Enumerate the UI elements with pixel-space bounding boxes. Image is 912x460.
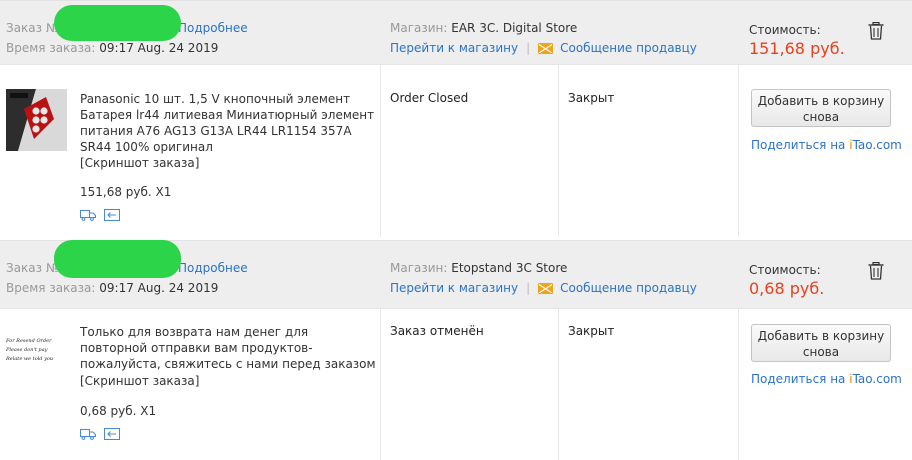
order-header: Заказ № Подробнее Время заказа: 09:17 Au… <box>0 240 912 308</box>
store-label: Магазин: <box>390 21 448 35</box>
order-body: For Resend Order Please don't pay Relate… <box>0 308 912 460</box>
order-header: Заказ № Подробнее Время заказа: 09:17 Au… <box>0 0 912 64</box>
divider: | <box>526 41 531 55</box>
order-time-value: 09:17 Aug. 24 2019 <box>99 41 219 55</box>
thumb-text-line: Please don't pay <box>6 347 48 353</box>
store-name: EAR 3C. Digital Store <box>451 21 578 35</box>
divider <box>558 309 559 460</box>
price-quantity: 0,68 руб. X1 <box>80 404 157 418</box>
divider <box>380 65 381 237</box>
divider <box>380 309 381 460</box>
divider <box>558 65 559 237</box>
order-status: Order Closed <box>390 91 469 105</box>
cost-value: 151,68 руб. <box>749 39 845 58</box>
share-label: Поделиться на <box>751 138 850 152</box>
order-status: Заказ отменён <box>390 324 484 338</box>
redaction-mark <box>54 5 181 41</box>
cost-label: Стоимость: <box>749 263 821 277</box>
order-snapshot-link[interactable]: [Скриншот заказа] <box>80 156 199 170</box>
trash-icon[interactable] <box>868 22 884 40</box>
order-body: Panasonic 10 шт. 1,5 V кнопочный элемент… <box>0 64 912 237</box>
details-link[interactable]: Подробнее <box>178 261 248 275</box>
order-time-label: Время заказа: <box>6 281 96 295</box>
order-snapshot-link[interactable]: [Скриншот заказа] <box>80 374 199 388</box>
trash-icon[interactable] <box>868 262 884 280</box>
product-title[interactable]: Только для возврата нам денег для повтор… <box>80 324 378 372</box>
delivery-truck-icon[interactable] <box>80 428 96 440</box>
product-title[interactable]: Panasonic 10 шт. 1,5 V кнопочный элемент… <box>80 91 380 155</box>
details-link[interactable]: Подробнее <box>178 21 248 35</box>
cost-label: Стоимость: <box>749 23 821 37</box>
message-seller-link[interactable]: Сообщение продавцу <box>560 281 697 295</box>
order-time-value: 09:17 Aug. 24 2019 <box>99 281 219 295</box>
share-itao-link[interactable]: Поделиться на iTao.com <box>751 372 902 386</box>
product-thumbnail[interactable]: For Resend Order Please don't pay Relate… <box>6 337 67 399</box>
share-itao-link[interactable]: Поделиться на iTao.com <box>751 138 902 152</box>
product-thumbnail[interactable] <box>6 89 67 151</box>
trade-status: Закрыт <box>568 324 615 338</box>
store-label: Магазин: <box>390 261 448 275</box>
price-quantity: 151,68 руб. X1 <box>80 185 172 199</box>
mail-icon[interactable] <box>538 282 554 294</box>
redaction-mark <box>54 240 181 278</box>
return-icon[interactable] <box>104 428 120 440</box>
goto-store-link[interactable]: Перейти к магазину <box>390 281 518 295</box>
store-name: Etopstand 3C Store <box>451 261 568 275</box>
delivery-truck-icon[interactable] <box>80 209 96 221</box>
thumb-text-line: Relate we told you <box>6 356 54 362</box>
itao-brand-rest: Tao.com <box>852 138 902 152</box>
order-time-label: Время заказа: <box>6 41 96 55</box>
divider <box>738 309 739 460</box>
order-number-label: Заказ № <box>6 261 59 275</box>
add-to-cart-again-button[interactable]: Добавить в корзину снова <box>751 324 891 362</box>
goto-store-link[interactable]: Перейти к магазину <box>390 41 518 55</box>
message-seller-link[interactable]: Сообщение продавцу <box>560 41 697 55</box>
cost-value: 0,68 руб. <box>749 279 825 298</box>
thumb-text-line: For Resend Order <box>6 338 52 344</box>
share-label: Поделиться на <box>751 372 850 386</box>
divider <box>738 65 739 237</box>
mail-icon[interactable] <box>538 42 554 54</box>
itao-brand-rest: Tao.com <box>852 372 902 386</box>
trade-status: Закрыт <box>568 91 615 105</box>
divider: | <box>526 281 531 295</box>
add-to-cart-again-button[interactable]: Добавить в корзину снова <box>751 89 891 127</box>
order-number-label: Заказ № <box>6 21 59 35</box>
return-icon[interactable] <box>104 209 120 221</box>
